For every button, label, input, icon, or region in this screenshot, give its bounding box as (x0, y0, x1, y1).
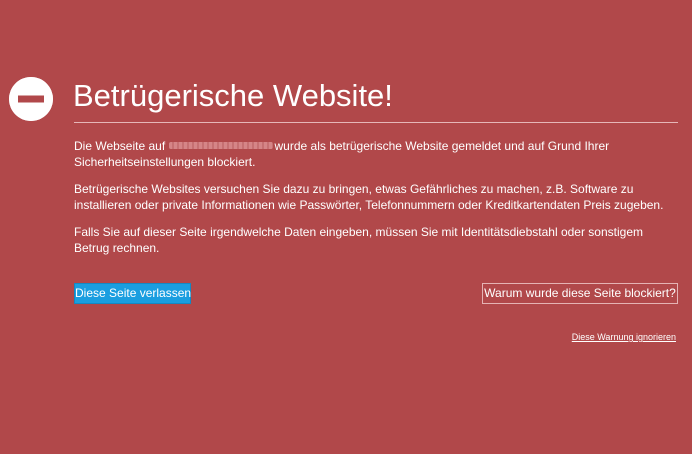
warning-message-explanation: Betrügerische Websites versuchen Sie daz… (74, 182, 664, 212)
warning-message-site: Die Webseite auf wurde als betrügerische… (74, 138, 674, 170)
message-text-before-url: Die Webseite auf (74, 139, 166, 153)
ignore-warning-link[interactable]: Diese Warnung ignorieren (572, 331, 676, 343)
leave-site-button[interactable]: Diese Seite verlassen (74, 283, 191, 304)
warning-message-risk: Falls Sie auf dieser Seite irgendwelche … (74, 225, 643, 255)
blocked-minus-icon (9, 77, 53, 121)
title-divider (74, 122, 678, 123)
redacted-url (168, 142, 273, 150)
why-blocked-button[interactable]: Warum wurde diese Seite blockiert? (482, 283, 678, 304)
page-title: Betrügerische Website! (73, 78, 393, 113)
